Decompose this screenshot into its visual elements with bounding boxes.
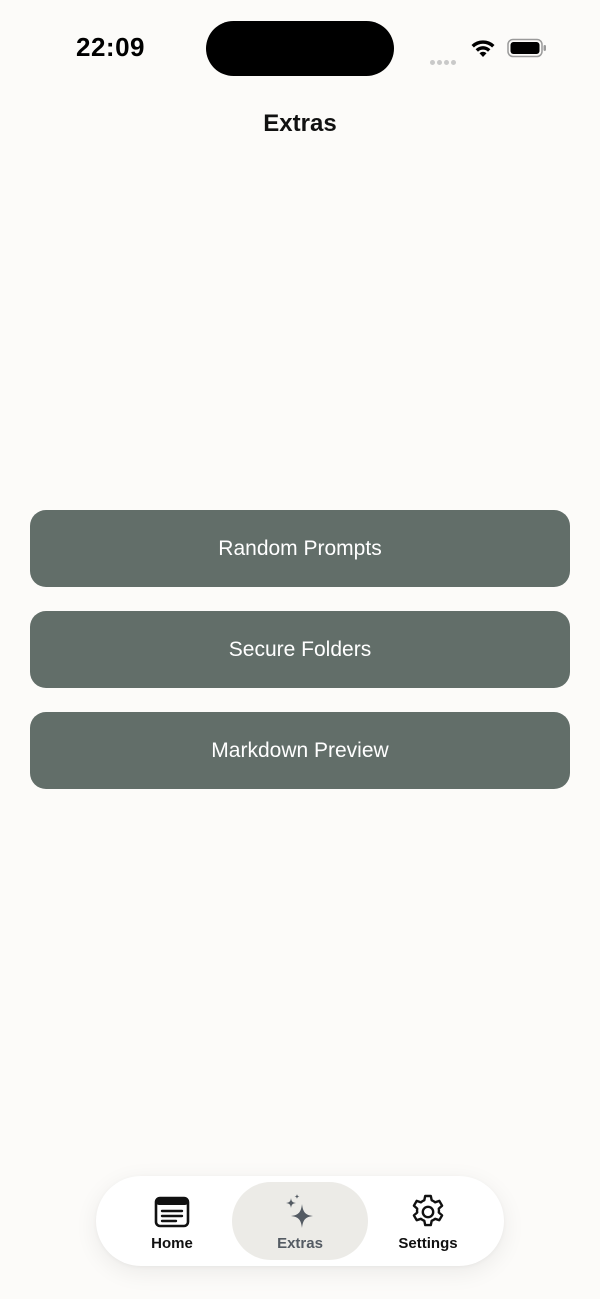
tab-extras[interactable]: Extras	[232, 1182, 368, 1260]
tab-settings-label: Settings	[398, 1235, 458, 1252]
dynamic-island	[206, 21, 394, 76]
gear-icon	[412, 1194, 444, 1227]
tab-extras-label: Extras	[277, 1235, 323, 1252]
battery-icon	[507, 38, 546, 58]
status-time: 22:09	[76, 32, 145, 62]
cellular-signal-icon	[430, 52, 460, 65]
random-prompts-button[interactable]: Random Prompts	[30, 510, 570, 587]
wifi-icon	[471, 40, 495, 57]
page-title: Extras	[263, 110, 337, 137]
secure-folders-button[interactable]: Secure Folders	[30, 611, 570, 688]
tab-home-label: Home	[151, 1235, 193, 1252]
tab-settings[interactable]: Settings	[360, 1182, 496, 1260]
tab-home[interactable]: Home	[104, 1182, 240, 1260]
markdown-preview-button[interactable]: Markdown Preview	[30, 712, 570, 789]
extras-menu: Random Prompts Secure Folders Markdown P…	[30, 510, 570, 813]
tab-bar: Home Extras Settings	[96, 1176, 504, 1266]
sparkles-icon	[286, 1194, 313, 1228]
status-bar: 22:09	[0, 0, 600, 100]
notes-icon	[154, 1196, 190, 1228]
